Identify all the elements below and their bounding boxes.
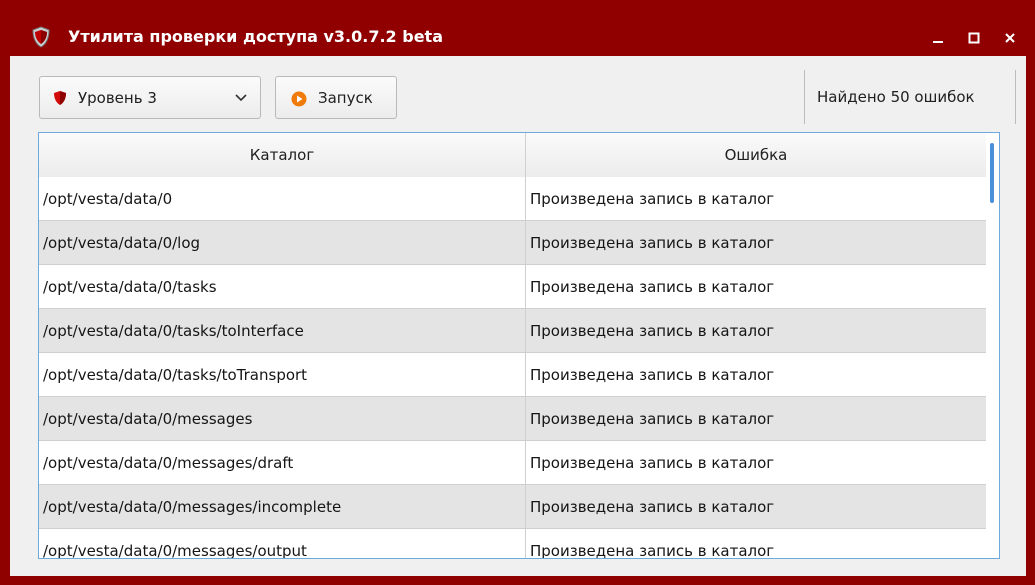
error-cell: Произведена запись в каталог	[530, 498, 775, 516]
toolbar-separator	[804, 70, 805, 124]
shield-icon	[54, 91, 66, 105]
scrollbar-thumb[interactable]	[990, 143, 994, 203]
level-dropdown[interactable]: Уровень 3	[39, 76, 261, 119]
column-header-error[interactable]: Ошибка	[526, 133, 986, 177]
table-header: Каталог Ошибка	[39, 133, 986, 178]
catalog-cell: /opt/vesta/data/0/messages/output	[43, 542, 307, 559]
table-row[interactable]: /opt/vesta/data/0/log Произведена запись…	[39, 221, 986, 265]
minimize-button[interactable]	[926, 26, 950, 50]
results-table[interactable]: Каталог Ошибка /opt/vesta/data/0 Произве…	[38, 132, 1000, 559]
vertical-scrollbar[interactable]	[986, 133, 999, 558]
catalog-cell: /opt/vesta/data/0/messages/draft	[43, 454, 294, 472]
close-button[interactable]	[998, 26, 1022, 50]
error-cell: Произведена запись в каталог	[530, 190, 775, 208]
table-row[interactable]: /opt/vesta/data/0/tasks/toInterface Прои…	[39, 309, 986, 353]
table-row[interactable]: /opt/vesta/data/0/tasks Произведена запи…	[39, 265, 986, 309]
catalog-cell: /opt/vesta/data/0	[43, 190, 173, 208]
table-row[interactable]: /opt/vesta/data/0/messages/incomplete Пр…	[39, 485, 986, 529]
column-divider	[525, 177, 526, 558]
table-row[interactable]: /opt/vesta/data/0/tasks/toTransport Прои…	[39, 353, 986, 397]
minimize-icon	[933, 41, 943, 43]
error-cell: Произведена запись в каталог	[530, 410, 775, 428]
error-cell: Произведена запись в каталог	[530, 366, 775, 384]
catalog-cell: /opt/vesta/data/0/log	[43, 234, 201, 252]
chevron-down-icon	[235, 94, 247, 102]
run-label: Запуск	[318, 89, 373, 107]
error-cell: Произведена запись в каталог	[530, 322, 775, 340]
table-row[interactable]: /opt/vesta/data/0/messages Произведена з…	[39, 397, 986, 441]
app-window: Утилита проверки доступа v3.0.7.2 beta У…	[0, 0, 1035, 585]
main-content: Уровень 3 Запуск Найдено 50 ошибок Катал…	[10, 56, 1026, 576]
status-text: Найдено 50 ошибок	[817, 88, 975, 106]
run-button[interactable]: Запуск	[275, 76, 397, 119]
catalog-cell: /opt/vesta/data/0/messages/incomplete	[43, 498, 342, 516]
catalog-cell: /opt/vesta/data/0/messages	[43, 410, 253, 428]
toolbar-separator	[1015, 70, 1016, 124]
column-header-catalog[interactable]: Каталог	[39, 133, 526, 177]
catalog-cell: /opt/vesta/data/0/tasks	[43, 278, 217, 296]
table-row[interactable]: /opt/vesta/data/0/messages/output Произв…	[39, 529, 986, 559]
title-bar[interactable]: Утилита проверки доступа v3.0.7.2 beta	[0, 0, 1035, 56]
table-row[interactable]: /opt/vesta/data/0/messages/draft Произве…	[39, 441, 986, 485]
play-icon	[291, 91, 307, 107]
catalog-cell: /opt/vesta/data/0/tasks/toTransport	[43, 366, 308, 384]
window-title: Утилита проверки доступа v3.0.7.2 beta	[68, 27, 443, 46]
catalog-cell: /opt/vesta/data/0/tasks/toInterface	[43, 322, 304, 340]
error-cell: Произведена запись в каталог	[530, 278, 775, 296]
shield-icon	[32, 26, 50, 48]
maximize-button[interactable]	[962, 26, 986, 50]
level-label: Уровень 3	[78, 89, 157, 107]
error-cell: Произведена запись в каталог	[530, 234, 775, 252]
maximize-icon	[968, 32, 980, 44]
table-row[interactable]: /opt/vesta/data/0 Произведена запись в к…	[39, 177, 986, 221]
close-icon	[1005, 33, 1015, 43]
error-cell: Произведена запись в каталог	[530, 542, 775, 559]
error-cell: Произведена запись в каталог	[530, 454, 775, 472]
